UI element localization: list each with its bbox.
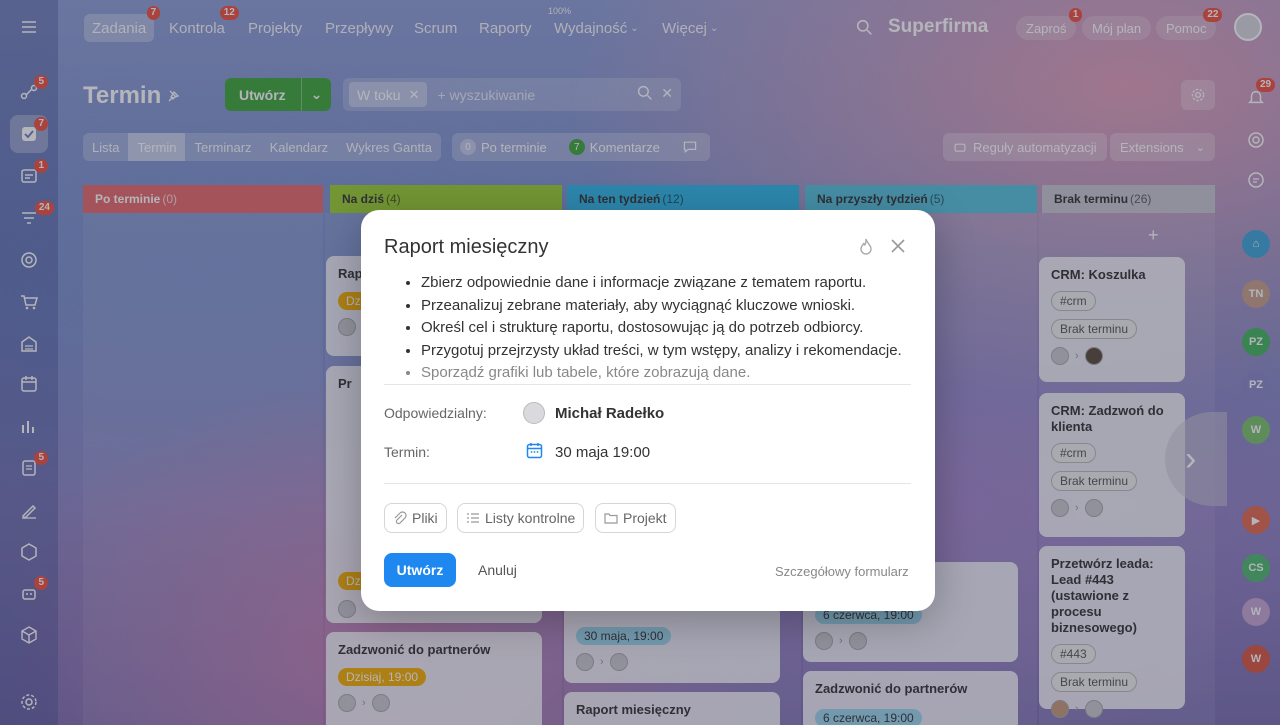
project-button[interactable]: Projekt [595,503,676,533]
flame-icon[interactable] [858,238,874,256]
checklists-button[interactable]: Listy kontrolne [457,503,585,533]
description-item: Przeanalizuj zebrane materiały, aby wyci… [421,295,911,318]
close-icon[interactable] [890,238,906,254]
description-item: Przygotuj przejrzysty układ treści, w ty… [421,340,911,363]
description-item: Sporządź grafiki lub tabele, które zobra… [421,362,911,384]
folder-icon [604,513,618,524]
description-item: Zbierz odpowiednie dane i informacje zwi… [421,272,911,295]
quick-task-dialog: Raport miesięczny Zbierz odpowiednie dan… [361,210,935,611]
deadline-label: Termin: [384,444,430,460]
responsible-person[interactable]: Michał Radełko [555,405,664,422]
task-title-input[interactable]: Raport miesięczny [384,236,549,259]
create-button[interactable]: Utwórz [384,553,456,587]
deadline-value[interactable]: 30 maja 19:00 [555,444,650,461]
project-label: Projekt [623,510,667,526]
files-button[interactable]: Pliki [384,503,447,533]
description-item: Określ cel i strukturę raportu, dostosow… [421,317,911,340]
calendar-icon[interactable] [526,442,543,459]
checklists-label: Listy kontrolne [485,510,576,526]
responsible-label: Odpowiedzialny: [384,405,487,421]
task-description[interactable]: Zbierz odpowiednie dane i informacje zwi… [384,272,911,384]
detailed-form-link[interactable]: Szczegółowy formularz [775,564,909,579]
files-label: Pliki [412,510,438,526]
cancel-button[interactable]: Anuluj [478,562,517,578]
divider [384,483,911,484]
divider [384,384,911,385]
avatar[interactable] [523,402,545,424]
paperclip-icon [394,511,407,525]
checklist-icon [467,513,479,523]
